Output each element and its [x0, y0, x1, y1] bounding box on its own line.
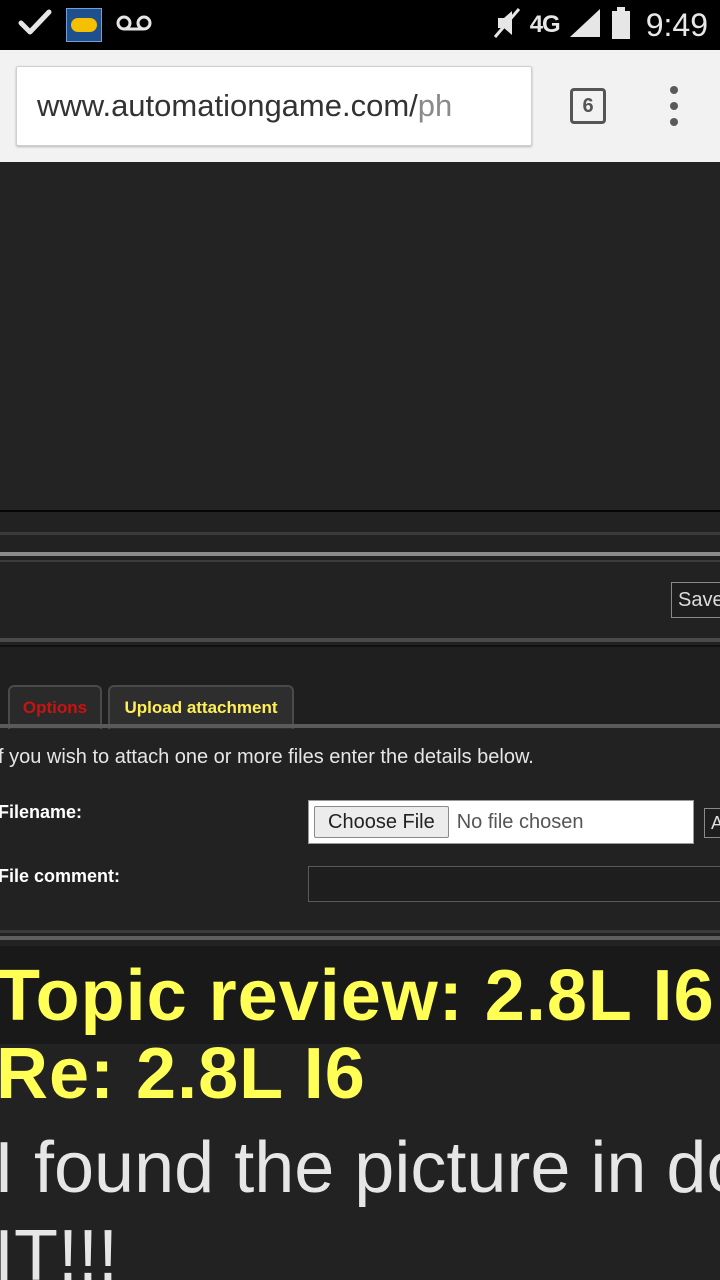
- page-content: Save Options Upload attachment f you wis…: [0, 162, 720, 1280]
- divider: [0, 936, 720, 940]
- divider: [0, 930, 720, 933]
- divider: [0, 560, 720, 562]
- app-icon: [66, 8, 102, 42]
- browser-toolbar: www.automationgame.com/ph 6: [0, 50, 720, 162]
- status-bar: 4G 9:49: [0, 0, 720, 50]
- post-subject[interactable]: Re: 2.8L I6: [0, 1038, 366, 1110]
- status-bar-left: [18, 8, 152, 42]
- attachment-instructions: f you wish to attach one or more files e…: [0, 746, 534, 768]
- url-domain: www.automationgame.com/: [37, 88, 418, 123]
- file-input[interactable]: Choose File No file chosen: [308, 800, 694, 844]
- signal-icon: [568, 7, 602, 43]
- battery-icon: [610, 6, 632, 44]
- status-bar-right: 4G 9:49: [492, 6, 708, 44]
- choose-file-button[interactable]: Choose File: [314, 806, 449, 838]
- file-comment-input[interactable]: [308, 866, 720, 902]
- url-path: ph: [417, 88, 453, 123]
- post-body-line: IT!!!: [0, 1216, 118, 1280]
- check-icon: [18, 8, 52, 42]
- save-draft-button[interactable]: Save: [671, 582, 720, 618]
- divider: [0, 552, 720, 556]
- tab-upload-attachment[interactable]: Upload attachment: [108, 685, 294, 729]
- file-status-text: No file chosen: [456, 810, 584, 833]
- tab-count: 6: [582, 94, 594, 117]
- topic-review-title: Topic review: 2.8L I6: [0, 956, 715, 1036]
- divider: [0, 532, 720, 535]
- overflow-menu-icon[interactable]: [662, 86, 686, 126]
- tab-switcher-button[interactable]: 6: [570, 88, 606, 124]
- url-bar[interactable]: www.automationgame.com/ph: [16, 66, 532, 146]
- mute-icon: [492, 6, 522, 44]
- divider: [0, 510, 720, 512]
- post-body: I found the picture in do IT!!!: [0, 1124, 720, 1280]
- tab-options[interactable]: Options: [8, 685, 102, 729]
- filename-label: Filename:: [0, 802, 83, 822]
- network-type: 4G: [529, 11, 561, 38]
- divider: [0, 638, 720, 642]
- add-file-button[interactable]: A: [704, 808, 720, 838]
- voicemail-icon: [116, 13, 152, 37]
- post-body-line: I found the picture in do: [0, 1128, 720, 1208]
- file-comment-label: File comment:: [0, 866, 121, 886]
- clock: 9:49: [645, 6, 708, 43]
- tab-underline: [0, 724, 720, 728]
- post-preview-area: [0, 162, 720, 510]
